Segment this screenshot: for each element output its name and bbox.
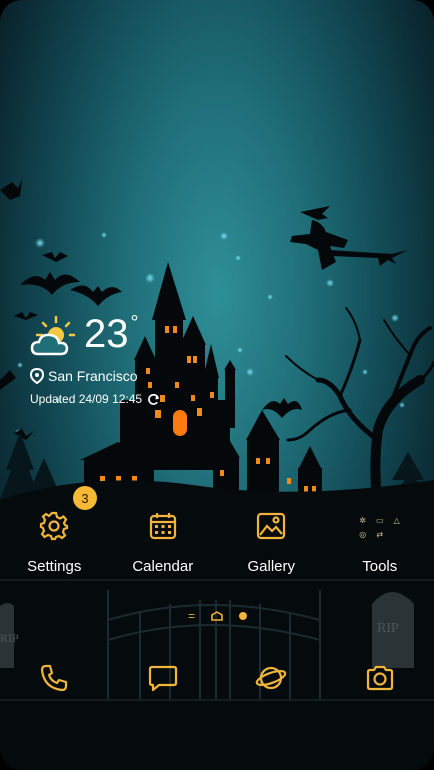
gallery-icon [257,512,286,540]
temperature: 23 [84,312,129,356]
camera-app-icon[interactable] [350,650,410,706]
page-indicator[interactable]: = [188,610,248,622]
gear-icon [40,511,69,541]
calendar-app-icon[interactable] [135,500,191,552]
location-pin-icon [30,368,44,384]
app-settings[interactable]: 3 Settings [0,486,109,575]
weather-widget[interactable]: 23 ° San Francisco Updated 24/09 12:45 [30,312,160,406]
message-icon [148,665,177,692]
notification-badge: 3 [73,486,97,510]
app-label-tools: Tools [362,558,398,575]
page-indicator-current-dot[interactable] [239,612,248,620]
empty-slot [390,530,404,540]
page-indicator-home-icon[interactable] [211,611,223,621]
settings-app-icon[interactable] [26,500,82,552]
app-label-settings: Settings [27,558,82,575]
app-calendar[interactable]: Calendar [109,500,218,575]
degree-symbol: ° [130,312,139,334]
compass-mini-icon: ◎ [359,530,367,539]
folder-preview-grid: ✲ ▭ △ ◎ ⇄ [356,516,404,540]
updated-time: Updated 24/09 12:45 [30,392,143,406]
phone-app-icon[interactable] [24,650,84,706]
dock [0,650,434,706]
camera-icon [366,665,393,691]
warning-mini-icon: △ [393,516,400,525]
app-grid: 3 Settings Calendar Gallery ✲ ▭ △ ◎ ⇄ To… [0,486,434,575]
app-tools-folder[interactable]: ✲ ▭ △ ◎ ⇄ Tools [326,500,434,575]
app-label-calendar: Calendar [132,558,194,575]
transfer-mini-icon: ⇄ [376,530,384,539]
dock-camera[interactable] [326,650,434,706]
calendar-icon [149,513,176,540]
partly-cloudy-sun-icon [30,315,76,356]
star-mini-icon: ✲ [359,516,367,525]
tools-folder-icon[interactable]: ✲ ▭ △ ◎ ⇄ [352,500,408,552]
tombstone-text: RIP [377,621,399,636]
refresh-icon[interactable] [147,393,160,406]
app-label-gallery: Gallery [247,558,295,575]
browser-app-icon[interactable] [241,650,301,706]
dock-messages[interactable] [109,650,218,706]
page-indicator-menu-icon[interactable]: = [188,610,195,622]
messages-app-icon[interactable] [133,650,193,706]
app-gallery[interactable]: Gallery [217,500,326,575]
dock-phone[interactable] [0,650,109,706]
city-name: San Francisco [48,368,138,384]
tombstone-text-left: RIP [0,631,19,645]
phone-icon [41,664,68,692]
dock-browser[interactable] [217,650,326,706]
home-screen: RIP RIP 23 ° San Francisco Updated 24/09… [0,0,434,770]
browser-planet-icon [255,666,287,690]
witch-silhouette [290,206,408,270]
folder-mini-icon: ▭ [375,516,384,525]
gallery-app-icon[interactable] [243,500,299,552]
